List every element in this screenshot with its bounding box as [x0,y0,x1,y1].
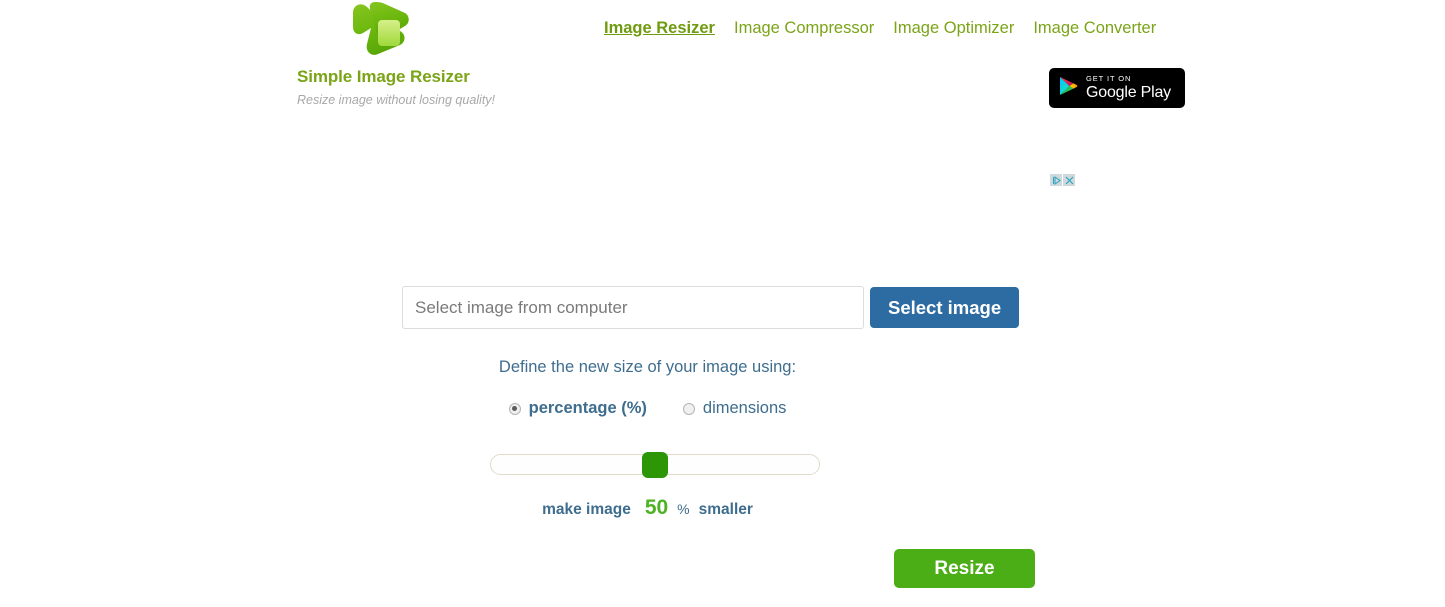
radio-dot-percentage-icon[interactable] [508,402,521,415]
percentage-readout: make image 50 % smaller [0,496,1295,520]
nav-item-image-resizer[interactable]: Image Resizer [604,19,715,38]
google-play-big-text: Google Play [1086,84,1171,102]
resize-button[interactable]: Resize [894,549,1035,588]
file-path-input[interactable] [402,286,864,329]
radio-label-percentage: percentage (%) [528,399,647,417]
radio-label-dimensions: dimensions [702,399,787,417]
slider-handle[interactable] [642,452,668,478]
adchoices-marker[interactable] [1050,174,1075,186]
select-image-button[interactable]: Select image [870,287,1020,328]
nav-item-image-optimizer[interactable]: Image Optimizer [893,19,1014,38]
percentage-slider[interactable] [490,452,820,478]
radio-option-percentage[interactable]: percentage (%) [508,399,647,418]
size-mode-radio-group: percentage (%) dimensions [0,399,1295,418]
radio-dot-dimensions-icon[interactable] [682,402,695,415]
google-play-triangle-icon [1058,75,1078,102]
percent-prefix-label: make image [542,501,631,518]
resizer-arrow-logo-icon [345,0,423,60]
main-navigation: Image Resizer Image Compressor Image Opt… [604,19,1156,41]
percent-suffix-label: smaller [698,501,753,518]
define-size-label: Define the new size of your image using: [498,358,797,376]
brand-block: Simple Image Resizer Resize image withou… [297,0,597,107]
google-play-label: GET IT ON Google Play [1086,75,1171,102]
brand-title: Simple Image Resizer [297,67,470,86]
google-play-small-text: GET IT ON [1086,73,1132,83]
nav-item-image-compressor[interactable]: Image Compressor [734,19,874,38]
file-select-row: Select image [402,286,1020,329]
radio-option-dimensions[interactable]: dimensions [682,399,787,418]
percent-sign-label: % [677,501,690,517]
adchoices-close-icon[interactable] [1063,174,1075,186]
percent-value: 50 [644,496,669,519]
google-play-badge[interactable]: GET IT ON Google Play [1049,68,1185,108]
nav-item-image-converter[interactable]: Image Converter [1033,19,1156,38]
adchoices-play-icon[interactable] [1050,174,1062,186]
brand-tagline: Resize image without losing quality! [297,93,496,107]
